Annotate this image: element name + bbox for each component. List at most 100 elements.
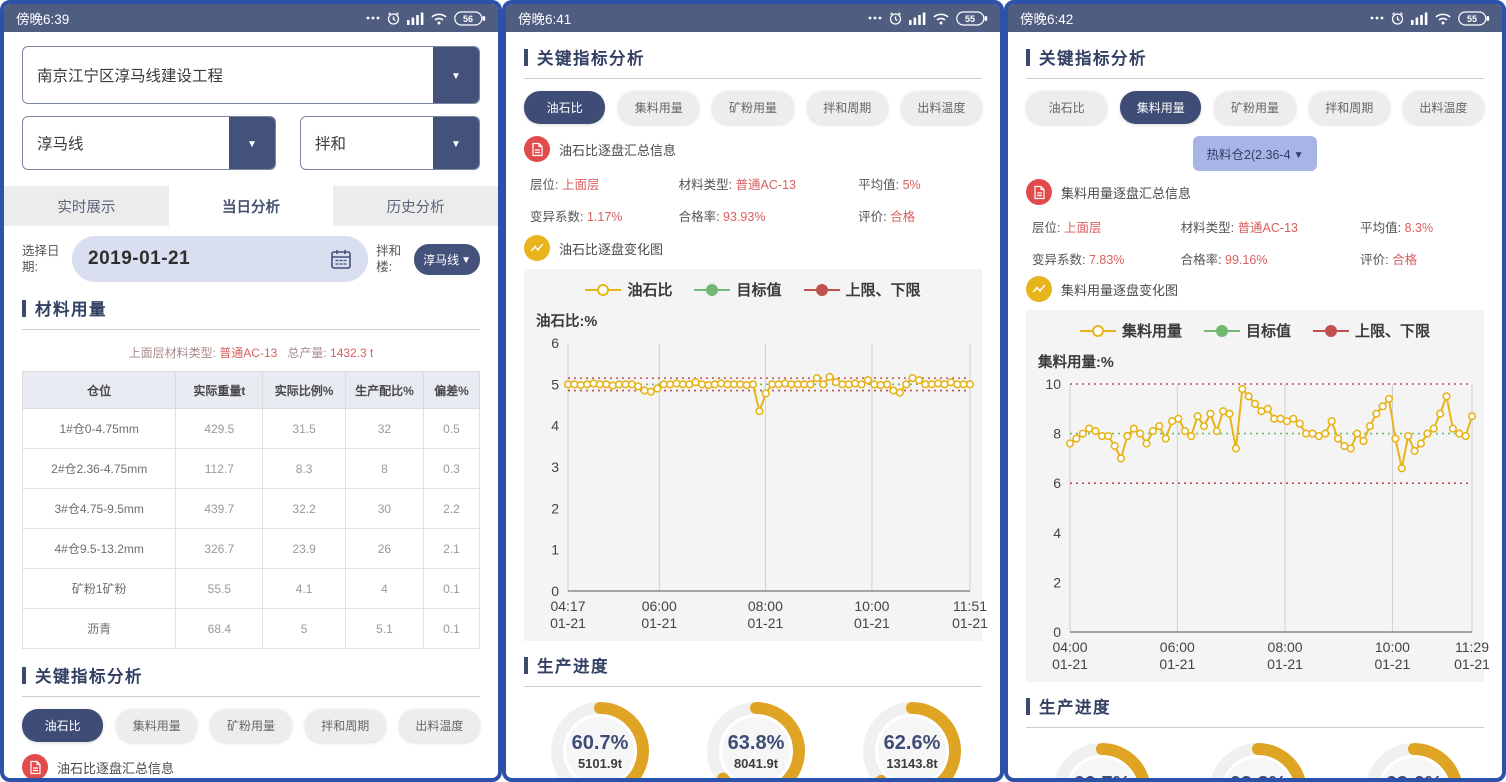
hot-bin-select-button[interactable]: 热料仓2(2.36-4 xyxy=(1193,136,1318,171)
svg-text:01-21: 01-21 xyxy=(641,615,677,631)
kpi-pill-油石比[interactable]: 油石比 xyxy=(1026,91,1107,124)
table-header: 实际重量t xyxy=(176,372,263,409)
svg-text:6: 6 xyxy=(1053,475,1061,491)
line-dropdown-button[interactable] xyxy=(229,117,275,169)
status-bar: 傍晚6:39 56 xyxy=(4,4,498,32)
date-picker[interactable]: 2019-01-21 xyxy=(72,236,368,282)
svg-text:01-21: 01-21 xyxy=(1374,656,1410,672)
table-header: 生产配比% xyxy=(345,372,423,409)
kpi-pill-出料温度[interactable]: 出料温度 xyxy=(1403,91,1484,124)
progress-tons: 13143.8t xyxy=(886,756,937,771)
kpi-pill-油石比[interactable]: 油石比 xyxy=(524,91,605,124)
progress-donut: 60.7%5101.9t xyxy=(544,695,656,782)
kpi-pill-集料用量[interactable]: 集料用量 xyxy=(116,709,197,742)
svg-text:01-21: 01-21 xyxy=(1052,656,1088,672)
kpi-pill-矿粉用量[interactable]: 矿粉用量 xyxy=(210,709,291,742)
chart-ylabel: 油石比:% xyxy=(536,310,980,331)
kpi-section-title: 关键指标分析 xyxy=(35,663,143,687)
chevron-down-icon xyxy=(247,134,257,152)
progress-tons: 8041.9t xyxy=(734,756,778,771)
legend-item: 目标值 xyxy=(1204,320,1291,341)
summary-info: 层位: 上面层材料类型: 普通AC-13平均值: 5%变异系数: 1.17%合格… xyxy=(530,174,982,225)
kpi-pill-拌和周期[interactable]: 拌和周期 xyxy=(305,709,386,742)
summary-info: 层位: 上面层材料类型: 普通AC-13平均值: 8.3%变异系数: 7.83%… xyxy=(1032,217,1484,268)
chart-legend: 油石比目标值上限、下限 xyxy=(526,279,980,300)
chart-legend: 集料用量目标值上限、下限 xyxy=(1028,320,1482,341)
svg-text:5: 5 xyxy=(551,376,559,392)
summary-title: 油石比逐盘汇总信息 xyxy=(57,758,174,777)
section-bar xyxy=(1026,49,1030,66)
phone-screen-2: 傍晚6:41 55 关键指标分析 油石比集料用量矿粉用量拌和周期出料温度 油石比… xyxy=(502,0,1004,782)
kpi-pill-集料用量[interactable]: 集料用量 xyxy=(618,91,699,124)
section-bar xyxy=(22,300,26,317)
status-time: 傍晚6:39 xyxy=(16,8,69,28)
info-item: 变异系数: 7.83% xyxy=(1032,249,1181,268)
svg-text:01-21: 01-21 xyxy=(1267,656,1303,672)
legend-item: 油石比 xyxy=(585,279,672,300)
kpi-pills: 油石比集料用量矿粉用量拌和周期出料温度 xyxy=(524,91,982,124)
chevron-down-icon xyxy=(1294,147,1304,161)
status-bar: 傍晚6:41 55 xyxy=(506,4,1000,32)
svg-text:4: 4 xyxy=(551,418,559,434)
line-chart-icon xyxy=(1026,276,1052,302)
kpi-pill-出料温度[interactable]: 出料温度 xyxy=(901,91,982,124)
mix-dropdown-button[interactable] xyxy=(433,117,479,169)
kpi-pill-拌和周期[interactable]: 拌和周期 xyxy=(807,91,888,124)
chart-ylabel: 集料用量:% xyxy=(1038,351,1482,372)
svg-text:08:00: 08:00 xyxy=(748,598,783,614)
signal-icon xyxy=(1411,11,1428,25)
project-dropdown-button[interactable] xyxy=(433,47,479,103)
mixer-select-button[interactable]: 淳马线 xyxy=(414,244,480,275)
svg-text:11:29: 11:29 xyxy=(1455,639,1489,655)
progress-donut: 62.6%13143.8t xyxy=(1358,736,1470,782)
section-bar xyxy=(524,49,528,66)
progress-donuts: 60.7%5101.9t63.8%8041.9t62.6%13143.8t xyxy=(1026,728,1484,782)
svg-text:2: 2 xyxy=(551,500,559,516)
more-dots-icon xyxy=(1370,11,1384,25)
kpi-pills: 油石比集料用量矿粉用量拌和周期出料温度 xyxy=(1026,91,1484,124)
tab-当日分析[interactable]: 当日分析 xyxy=(169,186,334,226)
kpi-pill-出料温度[interactable]: 出料温度 xyxy=(399,709,480,742)
more-dots-icon xyxy=(366,11,380,25)
mix-select[interactable]: 拌和 xyxy=(300,116,480,170)
mixer-label: 拌和楼: xyxy=(376,243,406,276)
kpi-pill-矿粉用量[interactable]: 矿粉用量 xyxy=(712,91,793,124)
progress-section-title: 生产进度 xyxy=(1039,694,1111,718)
project-select[interactable]: 南京江宁区淳马线建设工程 xyxy=(22,46,480,104)
kpi-pill-油石比[interactable]: 油石比 xyxy=(22,709,103,742)
kpi-pill-矿粉用量[interactable]: 矿粉用量 xyxy=(1214,91,1295,124)
svg-text:01-21: 01-21 xyxy=(1159,656,1195,672)
divider xyxy=(22,696,480,697)
svg-text:04:00: 04:00 xyxy=(1052,639,1087,655)
more-dots-icon xyxy=(868,11,882,25)
progress-percent: 62.6% xyxy=(884,732,941,755)
svg-text:10:00: 10:00 xyxy=(854,598,889,614)
line-select[interactable]: 淳马线 xyxy=(22,116,276,170)
legend-item: 集料用量 xyxy=(1080,320,1182,341)
calendar-icon[interactable] xyxy=(330,248,352,270)
svg-text:2: 2 xyxy=(1053,574,1061,590)
tab-历史分析[interactable]: 历史分析 xyxy=(333,186,498,226)
svg-text:11:51: 11:51 xyxy=(953,598,987,614)
line-chart-icon xyxy=(524,235,550,261)
table-caption: 上面层材料类型: 普通AC-13 总产量: 1432.3 t xyxy=(22,344,480,361)
svg-text:3: 3 xyxy=(551,459,559,475)
progress-percent: 60.7% xyxy=(572,732,629,755)
progress-donut: 63.8%8041.9t xyxy=(700,695,812,782)
battery-icon: 56 xyxy=(454,11,486,26)
svg-text:01-21: 01-21 xyxy=(854,615,890,631)
kpi-pill-集料用量[interactable]: 集料用量 xyxy=(1120,91,1201,124)
tab-实时展示[interactable]: 实时展示 xyxy=(4,186,169,226)
signal-icon xyxy=(407,11,424,25)
svg-text:06:00: 06:00 xyxy=(642,598,677,614)
svg-text:01-21: 01-21 xyxy=(952,615,988,631)
chevron-down-icon xyxy=(451,134,461,152)
alarm-icon xyxy=(386,11,401,26)
info-item: 合格率: 93.93% xyxy=(679,206,859,225)
kpi-pill-拌和周期[interactable]: 拌和周期 xyxy=(1309,91,1390,124)
svg-text:55: 55 xyxy=(965,14,975,24)
progress-percent: 60.7% xyxy=(1074,773,1131,782)
svg-text:0: 0 xyxy=(1053,624,1061,640)
table-row: 3#仓4.75-9.5mm439.732.2302.2 xyxy=(23,489,480,529)
line-select-value: 淳马线 xyxy=(23,117,229,169)
